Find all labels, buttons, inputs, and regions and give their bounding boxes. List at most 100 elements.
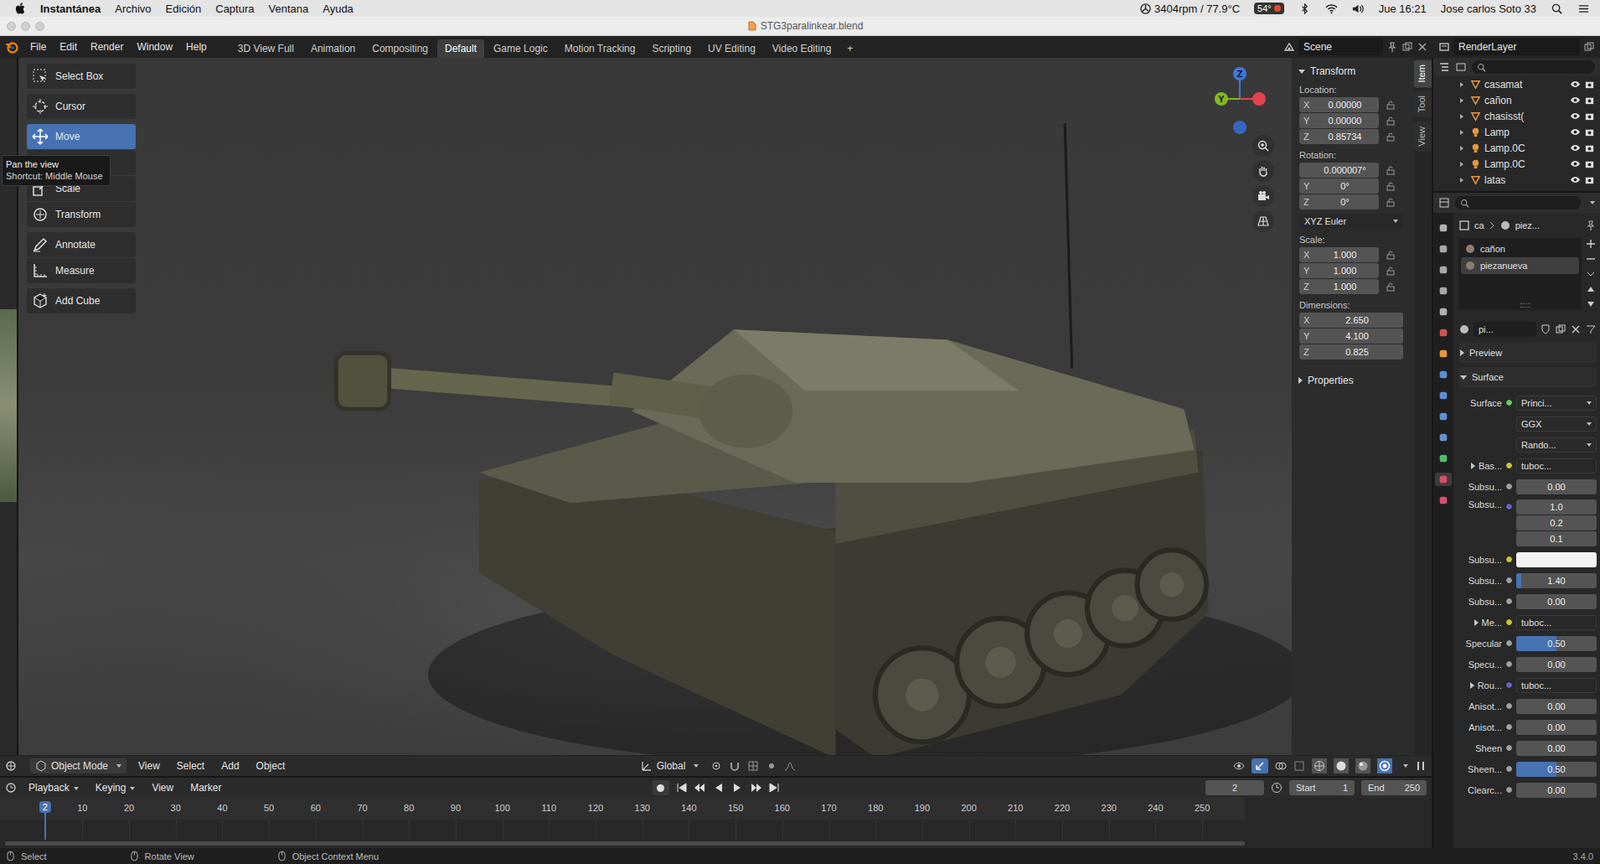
header-menu[interactable]: Add bbox=[216, 759, 244, 772]
lock-icon[interactable] bbox=[1385, 281, 1396, 292]
duplicate-icon[interactable] bbox=[1554, 323, 1567, 336]
panel-header[interactable]: Preview bbox=[1458, 342, 1597, 363]
move-down-icon[interactable] bbox=[1584, 298, 1597, 310]
number-field[interactable]: 0.00 bbox=[1516, 479, 1597, 495]
number-field[interactable]: X2.650 bbox=[1299, 312, 1404, 328]
render-camera-icon[interactable] bbox=[1584, 94, 1595, 106]
socket-dot[interactable] bbox=[1505, 764, 1513, 773]
blender-logo-icon[interactable] bbox=[5, 40, 19, 54]
properties-search[interactable] bbox=[1455, 196, 1581, 210]
mac-menu[interactable]: Edición bbox=[165, 2, 202, 16]
record-button[interactable] bbox=[652, 779, 670, 795]
number-field[interactable]: 0.00 bbox=[1516, 698, 1597, 714]
timeline-menu[interactable]: Playback bbox=[23, 781, 84, 794]
lock-icon[interactable] bbox=[1385, 249, 1396, 260]
pause-icon[interactable] bbox=[1414, 759, 1427, 772]
add-workspace-button[interactable]: + bbox=[840, 39, 860, 58]
material-shading[interactable] bbox=[1355, 758, 1371, 774]
tool-button[interactable]: Measure bbox=[26, 258, 136, 284]
app-menu-item[interactable]: Render bbox=[83, 41, 130, 53]
visibility-eye-icon[interactable] bbox=[1569, 94, 1581, 106]
output-tab[interactable] bbox=[1434, 263, 1452, 277]
list-resize-grip[interactable] bbox=[1520, 303, 1531, 308]
visibility-eye-icon[interactable] bbox=[1569, 174, 1581, 186]
socket-dot[interactable] bbox=[1505, 398, 1513, 407]
user-name[interactable]: Jose carlos Soto 33 bbox=[1440, 2, 1537, 16]
play-icon[interactable] bbox=[731, 781, 744, 794]
gizmo-toggle[interactable] bbox=[1251, 758, 1269, 774]
orientation-dropdown[interactable]: Global bbox=[635, 758, 705, 774]
workspace-tab[interactable]: Video Editing bbox=[764, 39, 840, 58]
visibility-eye-icon[interactable] bbox=[1569, 158, 1581, 170]
linked-node-field[interactable]: tuboc... bbox=[1516, 677, 1597, 693]
rendered-shading[interactable] bbox=[1377, 758, 1393, 774]
outliner-item[interactable]: Lamp.0C bbox=[1433, 155, 1600, 172]
minimize-button[interactable] bbox=[20, 21, 31, 31]
duplicate-icon[interactable] bbox=[1401, 41, 1414, 53]
render-camera-icon[interactable] bbox=[1584, 110, 1595, 122]
enum-dropdown[interactable]: GGX bbox=[1516, 416, 1597, 432]
workspace-tab[interactable]: Motion Tracking bbox=[557, 39, 644, 58]
overlay-icon[interactable] bbox=[1274, 759, 1287, 772]
properties-panel-header[interactable]: Properties bbox=[1291, 371, 1415, 389]
remove-slot-icon[interactable] bbox=[1584, 252, 1597, 265]
socket-dot[interactable] bbox=[1505, 597, 1513, 605]
zoom-button[interactable] bbox=[1252, 134, 1275, 157]
app-menu[interactable]: Instantánea bbox=[40, 2, 101, 16]
lock-icon[interactable] bbox=[1385, 180, 1396, 191]
number-field[interactable]: 0.00 bbox=[1516, 656, 1597, 672]
end-frame-field[interactable]: End250 bbox=[1361, 779, 1427, 795]
tool-button[interactable]: Transform bbox=[26, 201, 136, 228]
socket-dot[interactable] bbox=[1505, 660, 1513, 668]
number-field[interactable]: Z0.825 bbox=[1299, 344, 1404, 360]
object-tab[interactable] bbox=[1434, 346, 1452, 361]
number-field[interactable]: Z0° bbox=[1299, 194, 1379, 210]
app-menu-item[interactable]: Edit bbox=[52, 41, 84, 53]
socket-dot[interactable] bbox=[1505, 639, 1513, 647]
gizmo-axis[interactable] bbox=[1233, 120, 1247, 135]
visibility-eye-icon[interactable] bbox=[1569, 110, 1581, 122]
solid-shading[interactable] bbox=[1333, 758, 1349, 774]
editor-type-icon[interactable] bbox=[5, 759, 17, 772]
visibility-eye-icon[interactable] bbox=[1569, 126, 1581, 138]
number-field[interactable]: X0.00000 bbox=[1299, 97, 1379, 113]
fan-status[interactable]: 3404rpm / 77.9°C bbox=[1139, 2, 1240, 16]
app-menu-item[interactable]: Help bbox=[179, 41, 214, 53]
header-menu[interactable]: Select bbox=[171, 759, 210, 772]
rotation-mode-dropdown[interactable]: XYZ Euler bbox=[1299, 213, 1404, 229]
fake-user-icon[interactable] bbox=[1539, 323, 1552, 336]
socket-dot[interactable] bbox=[1505, 743, 1513, 752]
close-button[interactable] bbox=[6, 21, 16, 31]
start-frame-field[interactable]: Start1 bbox=[1289, 779, 1355, 795]
duplicate-icon[interactable] bbox=[1583, 41, 1595, 53]
number-field[interactable]: 0.00 bbox=[1516, 740, 1597, 756]
viewport-canvas[interactable]: Select Box Cursor Move Scale Transform A… bbox=[18, 57, 1292, 755]
color-field[interactable] bbox=[1516, 552, 1597, 568]
app-menu-item[interactable]: Window bbox=[129, 41, 180, 53]
cpu-badge[interactable]: 54° bbox=[1254, 2, 1285, 15]
header-menu[interactable]: View bbox=[133, 759, 166, 772]
tool-button[interactable]: Add Cube bbox=[26, 288, 136, 314]
wireframe-shading[interactable] bbox=[1311, 758, 1327, 774]
number-field[interactable]: Y1.000 bbox=[1299, 263, 1379, 279]
workspace-tab[interactable]: Animation bbox=[303, 39, 363, 58]
workspace-tab[interactable]: Compositing bbox=[364, 39, 436, 58]
enum-dropdown[interactable]: Rando... bbox=[1516, 437, 1597, 453]
outliner-item[interactable]: latas bbox=[1433, 171, 1600, 188]
workspace-tab[interactable]: Default bbox=[437, 39, 485, 58]
view-layer-tab[interactable] bbox=[1434, 283, 1452, 298]
render-camera-icon[interactable] bbox=[1584, 142, 1595, 154]
modifiers-tab[interactable] bbox=[1434, 367, 1452, 382]
next-key-icon[interactable] bbox=[749, 781, 762, 794]
socket-dot[interactable] bbox=[1505, 722, 1513, 731]
data-tab[interactable] bbox=[1434, 451, 1452, 465]
sidebar-tab[interactable]: Tool bbox=[1414, 90, 1432, 118]
number-field[interactable]: 1.0 bbox=[1516, 499, 1597, 515]
pivot-icon[interactable] bbox=[710, 759, 723, 772]
socket-dot[interactable] bbox=[1505, 482, 1513, 491]
snap-target-icon[interactable] bbox=[747, 759, 759, 772]
transform-panel-header[interactable]: Transform bbox=[1291, 62, 1415, 80]
tool-button[interactable]: Select Box bbox=[26, 63, 136, 89]
ortho-button[interactable] bbox=[1252, 210, 1275, 233]
number-field[interactable]: X1.000 bbox=[1299, 247, 1379, 263]
